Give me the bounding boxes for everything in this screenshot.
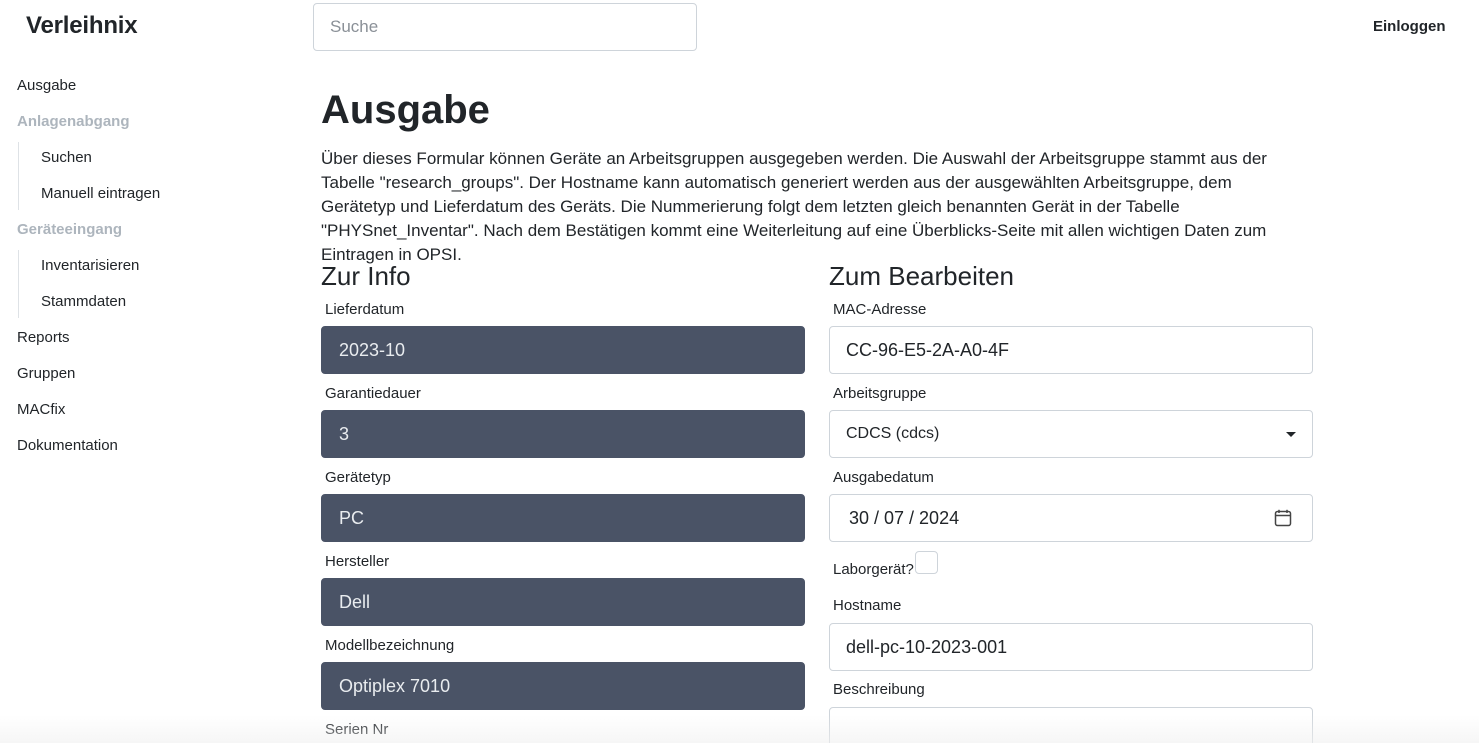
laborgeraet-checkbox[interactable]	[915, 551, 938, 574]
brand-logo[interactable]: Verleihnix	[26, 12, 138, 40]
geraetetyp-label: Gerätetyp	[325, 469, 391, 486]
beschreibung-textarea[interactable]	[829, 707, 1313, 743]
sidebar-divider	[18, 142, 19, 210]
sidebar-item-ausgabe[interactable]: Ausgabe	[17, 77, 76, 94]
sidebar-divider	[18, 250, 19, 318]
login-link[interactable]: Einloggen	[1373, 18, 1446, 35]
sidebar-item-dokumentation[interactable]: Dokumentation	[17, 437, 118, 454]
chevron-down-icon	[1286, 431, 1296, 437]
sidebar-item-gruppen[interactable]: Gruppen	[17, 365, 75, 382]
page-title: Ausgabe	[321, 88, 490, 132]
ausgabedatum-input[interactable]: 30 / 07 / 2024	[829, 494, 1313, 542]
mac-label: MAC-Adresse	[833, 301, 927, 318]
sidebar-item-reports[interactable]: Reports	[17, 329, 70, 346]
sidebar-item-macfix[interactable]: MACfix	[17, 401, 65, 418]
seriennr-label: Serien Nr	[325, 721, 389, 738]
garantiedauer-field: 3	[321, 410, 805, 458]
hostname-label: Hostname	[833, 597, 902, 614]
sidebar-item-stammdaten[interactable]: Stammdaten	[41, 293, 126, 310]
mac-address-input[interactable]: CC-96-E5-2A-A0-4F	[829, 326, 1313, 374]
laborgeraet-label: Laborgerät?	[833, 561, 914, 578]
lieferdatum-field: 2023-10	[321, 326, 805, 374]
modellbezeichnung-label: Modellbezeichnung	[325, 637, 455, 654]
arbeitsgruppe-select[interactable]: CDCS (cdcs)	[829, 410, 1313, 458]
hersteller-field: Dell	[321, 578, 805, 626]
arbeitsgruppe-label: Arbeitsgruppe	[833, 385, 927, 402]
geraetetyp-field: PC	[321, 494, 805, 542]
modellbezeichnung-field: Optiplex 7010	[321, 662, 805, 710]
info-heading: Zur Info	[321, 261, 411, 291]
ausgabedatum-label: Ausgabedatum	[833, 469, 934, 486]
calendar-icon[interactable]	[1274, 509, 1292, 527]
sidebar-item-manuell-eintragen[interactable]: Manuell eintragen	[41, 185, 160, 202]
hersteller-label: Hersteller	[325, 553, 390, 570]
ausgabedatum-value: 30 / 07 / 2024	[849, 507, 960, 528]
page-intro-text: Über dieses Formular können Geräte an Ar…	[321, 149, 1267, 264]
arbeitsgruppe-selected-value: CDCS (cdcs)	[846, 425, 940, 442]
beschreibung-label: Beschreibung	[833, 681, 925, 698]
sidebar-item-suchen[interactable]: Suchen	[41, 149, 92, 166]
hostname-input[interactable]: dell-pc-10-2023-001	[829, 623, 1313, 671]
sidebar: Ausgabe Anlagenabgang Suchen Manuell ein…	[0, 68, 300, 743]
search-input[interactable]	[313, 3, 697, 51]
sidebar-item-inventarisieren[interactable]: Inventarisieren	[41, 257, 139, 274]
lieferdatum-label: Lieferdatum	[325, 301, 405, 318]
edit-heading: Zum Bearbeiten	[829, 261, 1014, 291]
sidebar-group-anlagenabgang: Anlagenabgang	[17, 113, 130, 130]
sidebar-group-geraeteeingang: Geräteeingang	[17, 221, 123, 238]
garantiedauer-label: Garantiedauer	[325, 385, 421, 402]
